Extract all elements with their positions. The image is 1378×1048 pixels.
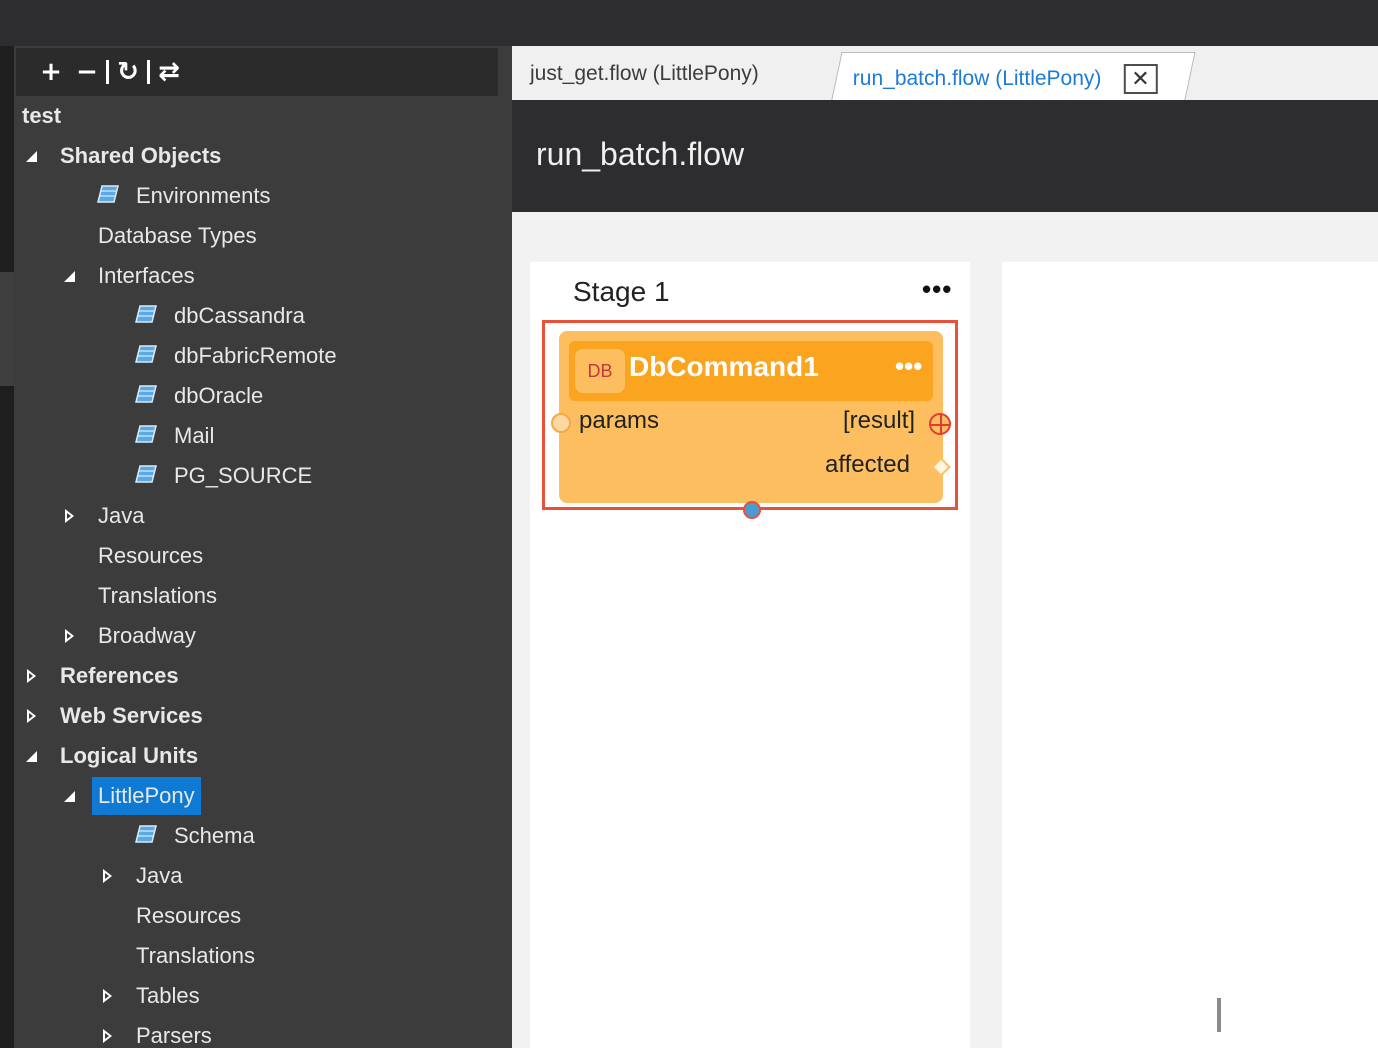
toolbar-separator bbox=[147, 60, 150, 84]
top-bar bbox=[0, 0, 1378, 46]
expand-all-button[interactable]: + bbox=[30, 59, 72, 85]
tab-run-batch-flow[interactable]: run_batch.flow (LittlePony) ✕ bbox=[830, 52, 1196, 104]
tree-item-lu-translations[interactable]: Translations bbox=[136, 938, 255, 974]
actor-name[interactable]: DbCommand1 bbox=[629, 351, 819, 383]
tab-run-batch-flow-content: run_batch.flow (LittlePony) ✕ bbox=[852, 63, 1158, 94]
stage-column[interactable]: Stage 1 ••• DB DbCommand1 ••• params [re… bbox=[530, 262, 970, 1048]
tree-item-tables[interactable]: Tables bbox=[136, 978, 200, 1014]
tree-item-interface[interactable]: dbFabricRemote bbox=[174, 338, 337, 374]
caret-collapsed-icon[interactable] bbox=[100, 988, 116, 1004]
database-icon bbox=[135, 305, 157, 323]
tree-root-test[interactable]: test bbox=[22, 98, 61, 134]
stage-menu-icon[interactable]: ••• bbox=[922, 274, 952, 305]
tree-item-interface[interactable]: dbCassandra bbox=[174, 298, 305, 334]
database-icon bbox=[135, 425, 157, 443]
actor-connector-handle[interactable] bbox=[743, 501, 761, 519]
actor-header[interactable]: DB DbCommand1 ••• bbox=[569, 341, 933, 401]
refresh-icon[interactable]: ↻ bbox=[113, 59, 143, 85]
scrollbar-thumb[interactable] bbox=[1217, 998, 1221, 1032]
tree-item-broadway[interactable]: Broadway bbox=[98, 618, 196, 654]
input-port-params[interactable] bbox=[551, 413, 571, 433]
actor-menu-icon[interactable]: ••• bbox=[895, 351, 922, 382]
tree-item-logical-units[interactable]: Logical Units bbox=[60, 738, 198, 774]
caret-collapsed-icon[interactable] bbox=[100, 868, 116, 884]
output-port-label: affected bbox=[825, 451, 910, 478]
caret-collapsed-icon[interactable] bbox=[62, 508, 78, 524]
toolbar-separator bbox=[106, 60, 109, 84]
stage-title[interactable]: Stage 1 bbox=[573, 276, 670, 308]
left-edge-segment bbox=[0, 272, 14, 386]
caret-expanded-icon[interactable] bbox=[62, 268, 78, 284]
tree-item-littlepony-selected[interactable]: LittlePony bbox=[92, 777, 201, 815]
tree-item-interface[interactable]: Mail bbox=[174, 418, 214, 454]
project-tree-panel: + − ↻ ⇄ test Shared Objects Environments… bbox=[14, 46, 512, 1048]
tree-item-lu-resources[interactable]: Resources bbox=[136, 898, 241, 934]
caret-collapsed-icon[interactable] bbox=[24, 668, 40, 684]
tree-item-interface[interactable]: PG_SOURCE bbox=[174, 458, 312, 494]
tree-item-resources[interactable]: Resources bbox=[98, 538, 203, 574]
editor-tab-strip: just_get.flow (LittlePony) run_batch.flo… bbox=[512, 46, 1378, 104]
database-icon bbox=[135, 825, 157, 843]
tree-item-database-types[interactable]: Database Types bbox=[98, 218, 257, 254]
collapse-all-button[interactable]: − bbox=[72, 59, 102, 85]
stage-column-2[interactable] bbox=[1002, 262, 1378, 1048]
caret-expanded-icon[interactable] bbox=[24, 148, 40, 164]
tab-label: run_batch.flow (LittlePony) bbox=[852, 66, 1102, 90]
flow-header: run_batch.flow bbox=[512, 104, 1378, 212]
tab-just-get-flow[interactable]: just_get.flow (LittlePony) bbox=[530, 46, 759, 102]
flow-canvas[interactable]: Stage 1 ••• DB DbCommand1 ••• params [re… bbox=[512, 212, 1378, 1048]
database-icon bbox=[135, 345, 157, 363]
actor-dbcommand1[interactable]: DB DbCommand1 ••• params [result] affect… bbox=[551, 331, 951, 503]
database-icon bbox=[97, 185, 119, 203]
caret-expanded-icon[interactable] bbox=[24, 748, 40, 764]
db-icon: DB bbox=[575, 349, 625, 393]
sync-icon[interactable]: ⇄ bbox=[154, 59, 184, 85]
caret-collapsed-icon[interactable] bbox=[62, 628, 78, 644]
tree-item-parsers[interactable]: Parsers bbox=[136, 1018, 212, 1048]
tree-item-java[interactable]: Java bbox=[98, 498, 144, 534]
tree-item-web-services[interactable]: Web Services bbox=[60, 698, 203, 734]
actor-selection-frame: DB DbCommand1 ••• params [result] affect… bbox=[542, 320, 958, 519]
tree-item-schema[interactable]: Schema bbox=[174, 818, 255, 854]
caret-expanded-icon[interactable] bbox=[62, 788, 78, 804]
left-edge-segment bbox=[0, 386, 14, 1048]
left-edge-segment bbox=[0, 46, 14, 274]
tree-item-interface[interactable]: dbOracle bbox=[174, 378, 263, 414]
output-port-result[interactable] bbox=[929, 413, 951, 435]
tree-toolbar: + − ↻ ⇄ bbox=[16, 48, 498, 96]
tree-item-references[interactable]: References bbox=[60, 658, 179, 694]
output-port-affected[interactable] bbox=[931, 457, 951, 477]
caret-collapsed-icon[interactable] bbox=[24, 708, 40, 724]
page-title: run_batch.flow bbox=[536, 136, 745, 172]
tree-item-environments[interactable]: Environments bbox=[136, 178, 271, 214]
input-port-label: params bbox=[579, 407, 660, 434]
database-icon bbox=[135, 385, 157, 403]
caret-collapsed-icon[interactable] bbox=[100, 1028, 116, 1044]
left-edge-strip bbox=[0, 46, 14, 1048]
close-icon[interactable]: ✕ bbox=[1123, 63, 1158, 94]
tree-item-shared-objects[interactable]: Shared Objects bbox=[60, 138, 221, 174]
tree-item-translations[interactable]: Translations bbox=[98, 578, 217, 614]
tree-item-interfaces[interactable]: Interfaces bbox=[98, 258, 195, 294]
database-icon bbox=[135, 465, 157, 483]
tree-item-lu-java[interactable]: Java bbox=[136, 858, 182, 894]
output-port-label: [result] bbox=[843, 407, 916, 434]
